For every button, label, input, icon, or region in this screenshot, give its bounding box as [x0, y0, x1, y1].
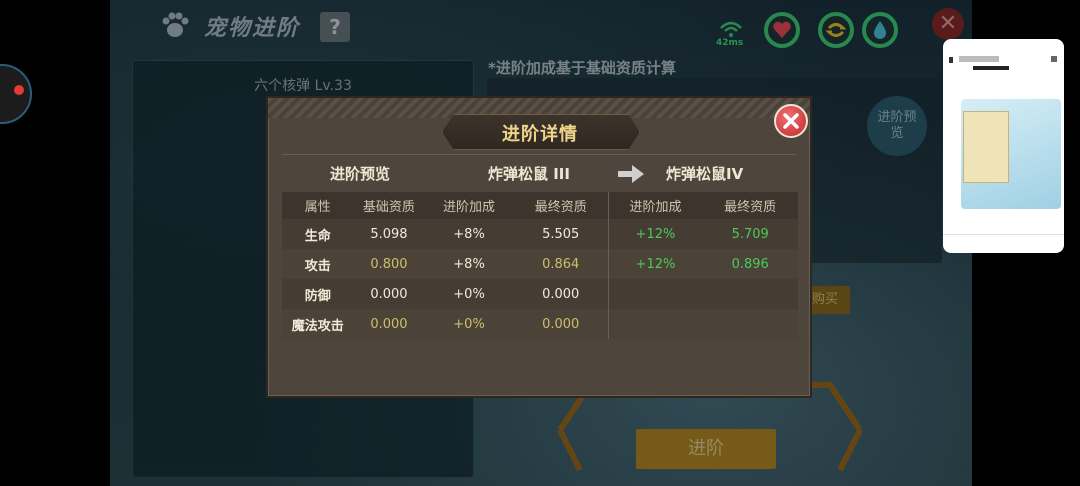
bonus-cell: +8%: [424, 219, 514, 249]
bonus-cell: +8%: [424, 249, 514, 279]
stats-table: 属性 基础资质 进阶加成 最终资质 进阶加成 最终资质 生命 5.098 +8%…: [282, 192, 798, 339]
phone-preview-overlay[interactable]: [943, 39, 1064, 253]
arrow-right-icon: [618, 165, 644, 183]
phone-header-graphic: [949, 56, 1057, 70]
preview-label: 进阶预览: [330, 165, 391, 183]
attr-cell: 防御: [282, 279, 354, 309]
attr-cell: 生命: [282, 219, 354, 249]
final-cell: 0.000: [513, 279, 609, 309]
column-header: 属性: [282, 192, 354, 219]
table-row: 防御 0.000 +0% 0.000: [282, 279, 798, 309]
next-final-cell: 0.896: [702, 249, 798, 279]
attr-cell: 攻击: [282, 249, 354, 279]
table-row: 攻击 0.800 +8% 0.864 +12% 0.896: [282, 249, 798, 279]
base-cell: 5.098: [353, 219, 425, 249]
compare-row: 进阶预览 炸弹松鼠 III 炸弹松鼠IV: [282, 154, 796, 191]
next-final-cell: 5.709: [702, 219, 798, 249]
phone-header: [943, 39, 1064, 79]
table-row: 魔法攻击 0.000 +0% 0.000: [282, 309, 798, 339]
phone-card-image: [963, 111, 1009, 183]
table-row: 生命 5.098 +8% 5.505 +12% 5.709: [282, 219, 798, 249]
close-icon: [783, 113, 799, 129]
final-cell: 5.505: [513, 219, 609, 249]
game-viewport: 宠物进阶 ? 六个核弹 Lv.33 *进阶加成基于基础资质计算 进阶预览 购买 …: [110, 0, 972, 486]
next-bonus-cell: [608, 279, 703, 309]
next-bonus-cell: +12%: [608, 219, 703, 249]
column-header: 最终资质: [513, 192, 609, 219]
base-cell: 0.000: [353, 279, 425, 309]
advance-details-dialog: 进阶详情 进阶预览 炸弹松鼠 III 炸弹松鼠IV 属性 基础资质 进阶加成 最…: [266, 96, 812, 398]
bonus-cell: +0%: [424, 309, 514, 339]
to-pet: 炸弹松鼠IV: [666, 165, 744, 183]
phone-input-bar: [943, 234, 1064, 253]
final-cell: 0.000: [513, 309, 609, 339]
final-cell: 0.864: [513, 249, 609, 279]
dialog-close-button[interactable]: [774, 104, 808, 138]
column-header: 进阶加成: [424, 192, 514, 219]
base-cell: 0.800: [353, 249, 425, 279]
attr-cell: 魔法攻击: [282, 309, 354, 339]
next-bonus-cell: [608, 309, 703, 339]
from-pet: 炸弹松鼠 III: [488, 165, 570, 183]
column-header: 进阶加成: [608, 192, 703, 219]
next-bonus-cell: +12%: [608, 249, 703, 279]
table-header-row: 属性 基础资质 进阶加成 最终资质 进阶加成 最终资质: [282, 192, 798, 219]
next-final-cell: [702, 279, 798, 309]
notification-dot: [14, 85, 24, 95]
next-final-cell: [702, 309, 798, 339]
bonus-cell: +0%: [424, 279, 514, 309]
dialog-title: 进阶详情: [502, 124, 578, 145]
column-header: 基础资质: [353, 192, 425, 219]
base-cell: 0.000: [353, 309, 425, 339]
column-header: 最终资质: [702, 192, 798, 219]
